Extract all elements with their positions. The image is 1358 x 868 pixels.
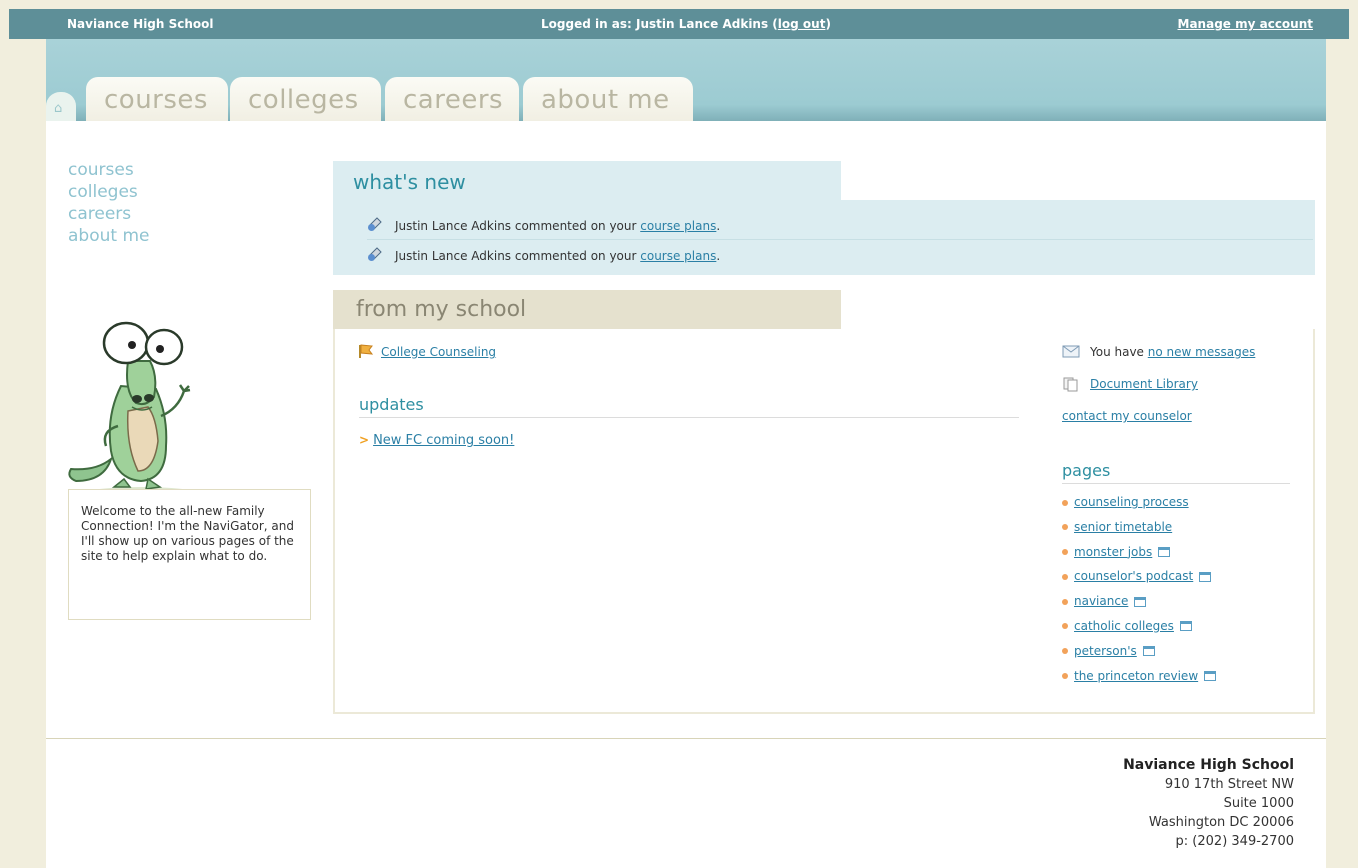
from-my-school-header: from my school — [333, 290, 841, 330]
tab-careers[interactable]: careers — [385, 77, 519, 121]
login-prefix: Logged in as: Justin Lance Adkins ( — [541, 17, 778, 31]
new-window-icon[interactable] — [1179, 621, 1192, 632]
top-bar: Naviance High School Logged in as: Justi… — [9, 9, 1349, 39]
course-plans-link[interactable]: course plans — [640, 249, 716, 263]
news-text-end: . — [716, 249, 721, 263]
logout-link[interactable]: log out — [778, 17, 826, 31]
sidenav-about-me[interactable]: about me — [68, 225, 149, 247]
news-text-end: . — [716, 219, 721, 233]
new-window-icon[interactable] — [1142, 646, 1155, 657]
manage-account-link[interactable]: Manage my account — [1178, 17, 1313, 31]
from-my-school-panel: College Counseling updates > New FC comin… — [333, 329, 1315, 714]
bullet-icon — [1062, 648, 1068, 655]
bullet-icon — [1062, 598, 1068, 605]
page-list-item: counselor's podcast — [1062, 569, 1216, 594]
new-window-icon[interactable] — [1204, 671, 1217, 682]
school-name: Naviance High School — [67, 17, 214, 31]
pages-heading: pages — [1062, 461, 1290, 484]
flag-icon — [359, 344, 374, 358]
home-tab[interactable]: ⌂ — [46, 92, 76, 121]
tab-colleges[interactable]: colleges — [230, 77, 381, 121]
bullet-icon — [1062, 673, 1068, 680]
bullet-icon — [1062, 499, 1068, 506]
envelope-icon — [1062, 345, 1080, 358]
page-list-item: naviance — [1062, 594, 1216, 619]
footer: Naviance High School 910 17th Street NW … — [46, 739, 1326, 868]
page-list-item: the princeton review — [1062, 669, 1217, 694]
bullet-icon — [1062, 524, 1068, 531]
page-link[interactable]: catholic colleges — [1074, 619, 1174, 633]
login-suffix: ) — [825, 17, 831, 31]
page-link[interactable]: the princeton review — [1074, 669, 1198, 683]
home-icon: ⌂ — [54, 101, 63, 116]
update-link[interactable]: New FC coming soon! — [373, 433, 514, 448]
new-window-icon[interactable] — [1134, 596, 1147, 607]
page-link[interactable]: counselor's podcast — [1074, 569, 1193, 583]
sidenav-colleges[interactable]: colleges — [68, 181, 149, 203]
bullet-icon — [1062, 573, 1068, 580]
messages-prefix: You have — [1090, 345, 1148, 359]
school-address: Naviance High School 910 17th Street NW … — [1123, 756, 1294, 851]
tab-about-me[interactable]: about me — [523, 77, 693, 121]
navigator-message: Welcome to the all-new Family Connection… — [68, 489, 311, 620]
messages-link[interactable]: no new messages — [1148, 345, 1256, 359]
footer-suite: Suite 1000 — [1223, 796, 1294, 811]
news-text: Justin Lance Adkins commented on your — [395, 219, 641, 233]
sidenav-careers[interactable]: careers — [68, 203, 149, 225]
course-plans-link[interactable]: course plans — [640, 219, 716, 233]
main-content: courses colleges careers about me Welcom… — [46, 121, 1326, 738]
footer-street: 910 17th Street NW — [1164, 777, 1294, 792]
page-link[interactable]: counseling process — [1074, 495, 1189, 509]
news-item: Justin Lance Adkins commented on your co… — [367, 240, 1313, 270]
footer-phone: p: (202) 349-2700 — [1175, 834, 1294, 849]
pages-list: counseling process senior timetable monste… — [1062, 495, 1217, 694]
new-window-icon[interactable] — [1199, 571, 1212, 582]
comment-icon — [368, 217, 382, 231]
document-library-link[interactable]: Document Library — [1090, 377, 1198, 391]
page-link[interactable]: senior timetable — [1074, 520, 1172, 534]
login-status: Logged in as: Justin Lance Adkins (log o… — [541, 17, 831, 31]
bullet-icon — [1062, 549, 1068, 556]
updates-heading: updates — [359, 395, 1019, 418]
header-banner: ⌂ courses colleges careers about me — [46, 39, 1326, 121]
update-item: > New FC coming soon! — [359, 433, 514, 448]
news-item: Justin Lance Adkins commented on your co… — [367, 210, 1313, 240]
tab-courses[interactable]: courses — [86, 77, 228, 121]
from-my-school-title: from my school — [356, 297, 527, 322]
footer-city: Washington DC 20006 — [1148, 815, 1294, 830]
whats-new-title: what's new — [353, 170, 466, 194]
whats-new-panel: Justin Lance Adkins commented on your co… — [333, 200, 1315, 275]
page-list-item: peterson's — [1062, 644, 1216, 669]
navigator-mascot-image — [68, 321, 196, 499]
news-text: Justin Lance Adkins commented on your — [395, 249, 641, 263]
documents-icon — [1063, 377, 1078, 392]
whats-new-header: what's new — [333, 161, 841, 201]
footer-school-name: Naviance High School — [1123, 757, 1294, 773]
page-list-item: monster jobs — [1062, 545, 1216, 570]
side-nav: courses colleges careers about me — [68, 159, 149, 247]
page-link[interactable]: naviance — [1074, 594, 1128, 608]
contact-counselor-link[interactable]: contact my counselor — [1062, 409, 1192, 423]
sidenav-courses[interactable]: courses — [68, 159, 149, 181]
arrow-right-icon: > — [359, 433, 370, 447]
bullet-icon — [1062, 623, 1068, 630]
new-window-icon[interactable] — [1158, 547, 1171, 558]
comment-icon — [368, 247, 382, 261]
page-list-item: counseling process — [1062, 495, 1216, 520]
page-list-item: senior timetable — [1062, 520, 1216, 545]
page-link[interactable]: monster jobs — [1074, 545, 1152, 559]
college-counseling-link[interactable]: College Counseling — [381, 345, 496, 359]
page-list-item: catholic colleges — [1062, 619, 1216, 644]
page-link[interactable]: peterson's — [1074, 644, 1137, 658]
